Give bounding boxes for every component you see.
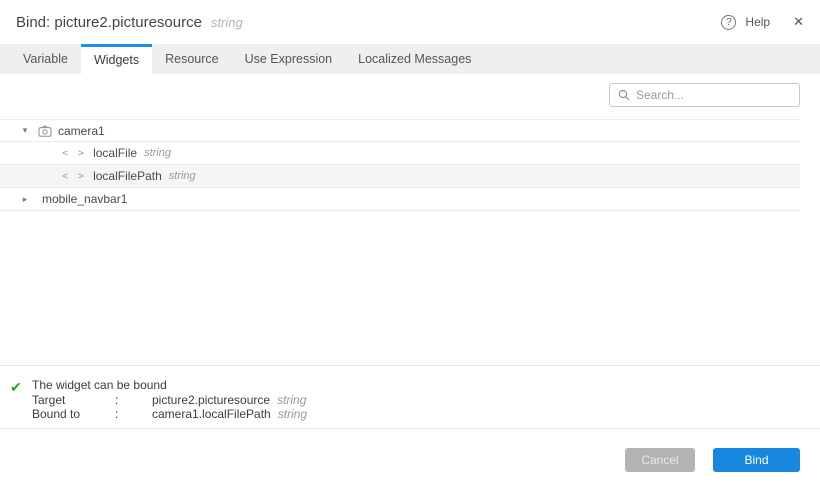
check-icon: ✔ <box>10 379 32 396</box>
tree-node-mobile-navbar1[interactable]: ▸ mobile_navbar1 <box>0 188 800 211</box>
chevron-right-icon[interactable]: ▸ <box>20 194 30 205</box>
status-row-colon: : <box>115 393 152 407</box>
status-row-type: string <box>277 393 306 407</box>
tree-node-label: mobile_navbar1 <box>42 192 127 206</box>
status-row-label: Target <box>32 393 115 407</box>
code-icon: < > <box>62 148 86 159</box>
tree-node-localfile[interactable]: < > localFile string <box>0 142 800 165</box>
status-row-target: Target : picture2.picturesource string <box>32 393 307 407</box>
tree-node-label: localFilePath <box>93 169 162 183</box>
code-icon: < > <box>62 171 86 182</box>
tree-node-type: string <box>144 147 171 159</box>
tree-node-localfilepath[interactable]: < > localFilePath string <box>0 165 800 188</box>
tree-node-camera1[interactable]: ▾ camera1 <box>0 119 800 142</box>
close-icon[interactable]: ✕ <box>793 14 804 30</box>
dialog-footer: Cancel Bind <box>0 428 820 485</box>
tab-use-expression[interactable]: Use Expression <box>232 44 346 74</box>
status-row-type: string <box>278 407 307 421</box>
status-row-colon: : <box>115 407 152 421</box>
tree-node-type: string <box>169 170 196 182</box>
status-row-value: picture2.picturesource <box>152 393 270 407</box>
dialog-title-type: string <box>211 15 243 30</box>
dialog-header: Bind: picture2.picturesource string ? He… <box>0 0 820 44</box>
tab-resource[interactable]: Resource <box>152 44 232 74</box>
status-row-label: Bound to <box>32 407 115 421</box>
tab-widgets[interactable]: Widgets <box>81 44 152 74</box>
question-circle-icon[interactable]: ? <box>721 15 736 30</box>
bind-button[interactable]: Bind <box>713 448 800 472</box>
dialog-title: Bind: picture2.picturesource <box>16 14 202 31</box>
tree-node-label: camera1 <box>58 124 105 138</box>
chevron-down-icon[interactable]: ▾ <box>20 125 30 136</box>
help-link[interactable]: Help <box>745 15 770 29</box>
status-row-value: camera1.localFilePath <box>152 407 271 421</box>
tab-localized-messages[interactable]: Localized Messages <box>345 44 484 74</box>
camera-icon <box>38 125 52 137</box>
search-icon <box>618 89 630 101</box>
search-box[interactable] <box>609 83 800 107</box>
bind-status-panel: ✔ The widget can be bound Target : pictu… <box>0 365 820 421</box>
widget-tree: ▾ camera1 < > localFile string < > local… <box>0 119 800 211</box>
tab-variable[interactable]: Variable <box>10 44 81 74</box>
search-input[interactable] <box>636 88 791 102</box>
status-message: The widget can be bound <box>32 378 307 392</box>
tree-node-label: localFile <box>93 146 137 160</box>
tab-bar: Variable Widgets Resource Use Expression… <box>0 44 820 74</box>
status-row-bound-to: Bound to : camera1.localFilePath string <box>32 407 307 421</box>
cancel-button[interactable]: Cancel <box>625 448 695 472</box>
